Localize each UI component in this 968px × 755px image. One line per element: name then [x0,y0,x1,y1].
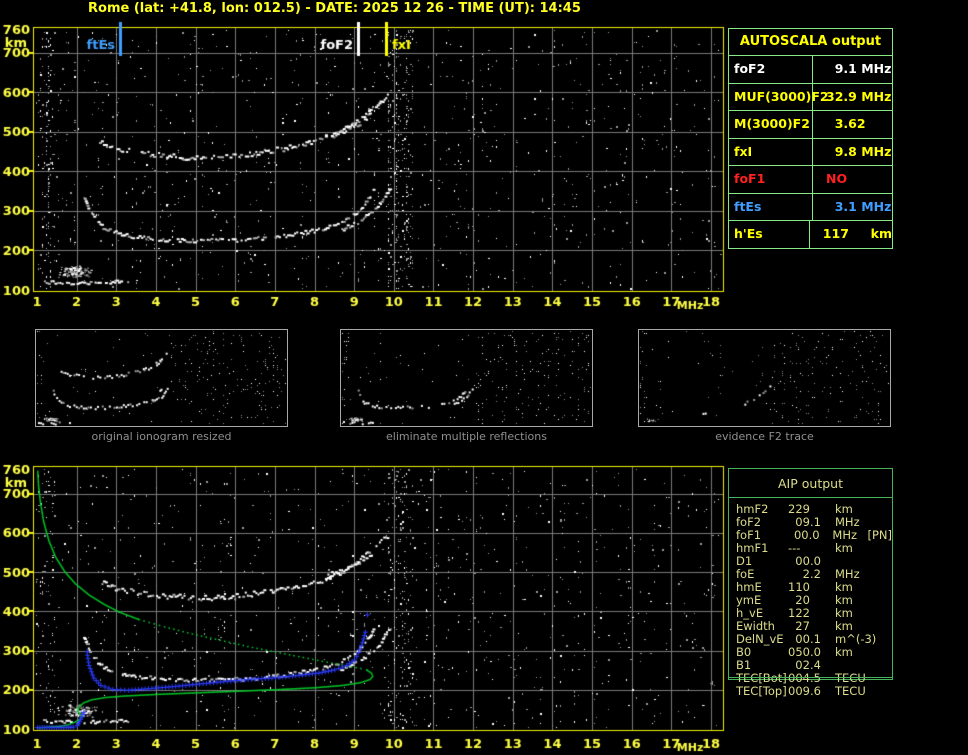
param-value: NO [826,171,848,186]
param-unit: km [835,645,853,659]
param-label: fxI [729,138,813,165]
param-flag [871,555,892,568]
param-label: M(3000)F2 [729,111,813,138]
param-label: MUF(3000)F2 [729,83,829,110]
autoscala-app: Rome (lat: +41.8, lon: 012.5) - DATE: 20… [0,0,968,755]
param-flag [871,503,892,516]
param-flag [871,685,892,698]
aip-rows: hmF2 229 km foF2 09.1 MHz foF1 00.0 MHz [PN] … [729,503,892,698]
thumbnail-original-ionogram [35,329,288,427]
param-label: foF2 [729,56,813,83]
table-row: fxI 9.8 MHz [729,137,892,165]
table-row: TEC[Top] 009.6 TECU [729,685,892,698]
param-flag [871,607,892,620]
param-value: 9.8 MHz [826,143,892,159]
param-label: TEC[Top] [736,684,787,698]
table-row: h'Es 117 km [729,220,892,248]
thumbnail-caption: evidence F2 trace [715,430,814,443]
top-ionogram-plot [0,17,730,315]
autoscala-output-table: AUTOSCALA output foF2 9.1 MHz MUF(3000)F… [728,28,893,249]
thumbnail-original-ionogram-canvas [36,330,287,426]
autoscala-output-title: AUTOSCALA output [739,34,882,49]
thumbnail-caption: original ionogram resized [91,430,232,443]
param-flag [871,568,892,581]
aip-output-title: AIP output [729,469,892,498]
param-flag [871,581,892,594]
param-flag [871,633,892,646]
param-flag [871,594,892,607]
table-row: foF1 NO [729,165,892,193]
param-label: foF1 [729,166,813,193]
param-value: 3.62 [826,116,866,131]
thumbnail-eliminate-reflections-canvas [341,330,592,426]
table-row: M(3000)F2 3.62 [729,110,892,138]
table-row: MUF(3000)F2 32.9 MHz [729,82,892,110]
table-row: foF2 9.1 MHz [729,55,892,83]
param-flag [871,672,892,685]
bottom-ionogram-plot [0,455,730,755]
thumbnail-evidence-f2-canvas [639,330,890,426]
aip-table-bottom-border [728,677,893,678]
thumbnail-evidence-f2 [638,329,891,427]
param-flag [871,646,892,659]
aip-output-table: AIP output hmF2 229 km foF2 09.1 MHz foF1 0… [728,468,893,698]
param-unit: TECU [835,684,866,698]
param-flag: [PN] [867,528,892,542]
thumbnail-eliminate-reflections [340,329,593,427]
thumbnail-caption: eliminate multiple reflections [386,430,547,443]
page-title: Rome (lat: +41.8, lon: 012.5) - DATE: 20… [88,1,581,16]
param-value: 009.6 [788,684,821,698]
param-value: 9.1 MHz [826,61,892,76]
param-value: 117 km [822,226,892,241]
param-label: h'Es [729,221,810,248]
param-value: 32.9 MHz [826,88,892,104]
param-flag [871,659,892,672]
param-value: 3.1 MHz [826,198,892,214]
param-label: ftEs [729,193,813,220]
param-flag [871,542,892,555]
table-row: ftEs 3.1 MHz [729,192,892,220]
param-unit: km [835,541,853,555]
